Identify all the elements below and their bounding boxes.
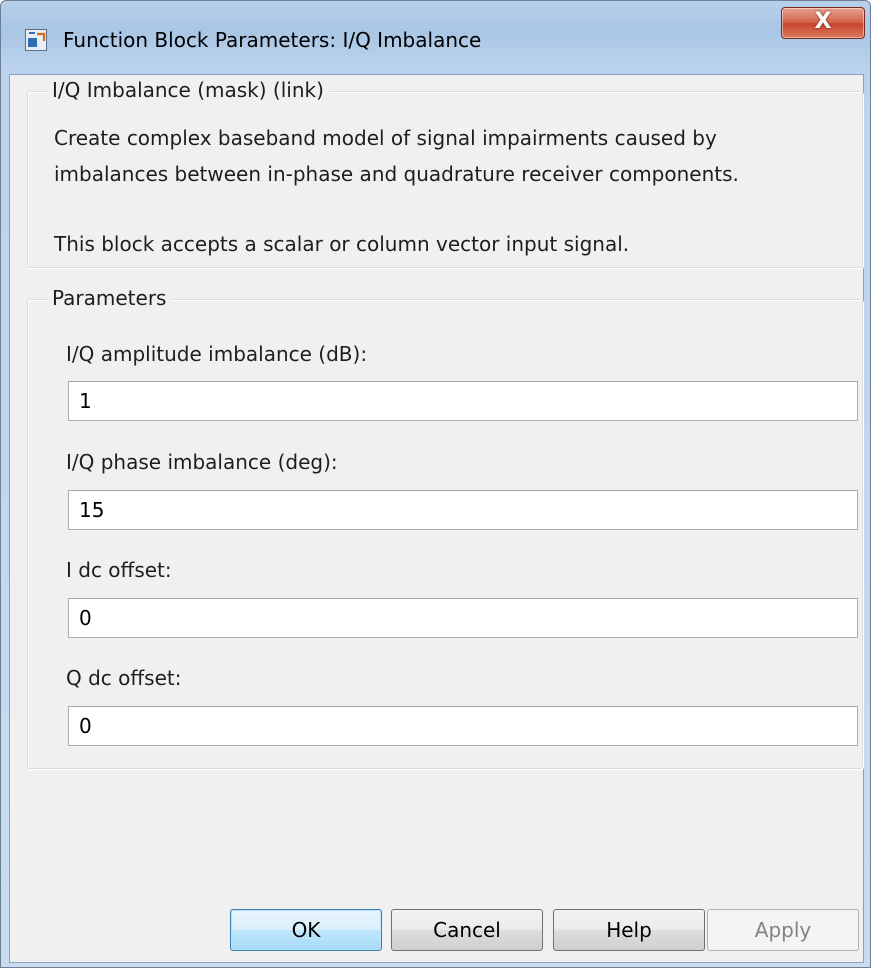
dialog-window: Function Block Parameters: I/Q Imbalance… — [0, 0, 871, 968]
close-icon: X — [814, 9, 832, 34]
parameters-group: Parameters I/Q amplitude imbalance (dB):… — [27, 286, 863, 769]
q-dc-offset-input[interactable] — [68, 706, 858, 746]
apply-button[interactable]: Apply — [707, 909, 859, 951]
simulink-block-icon — [25, 29, 47, 51]
amplitude-imbalance-input[interactable] — [68, 381, 858, 421]
cancel-button[interactable]: Cancel — [391, 909, 543, 951]
q-dc-offset-label: Q dc offset: — [66, 666, 182, 690]
title-bar[interactable]: Function Block Parameters: I/Q Imbalance… — [1, 1, 870, 81]
phase-imbalance-input[interactable] — [68, 490, 858, 530]
i-dc-offset-input[interactable] — [68, 598, 858, 638]
description-line-2: imbalances between in-phase and quadratu… — [54, 162, 739, 186]
close-button[interactable]: X — [781, 7, 865, 39]
help-button[interactable]: Help — [553, 909, 705, 951]
amplitude-imbalance-label: I/Q amplitude imbalance (dB): — [66, 342, 368, 366]
mask-description-group: I/Q Imbalance (mask) (link) Create compl… — [27, 78, 863, 268]
description-line-3: This block accepts a scalar or column ve… — [54, 232, 630, 256]
ok-button[interactable]: OK — [230, 909, 382, 951]
i-dc-offset-label: I dc offset: — [66, 558, 172, 582]
dialog-client-area: I/Q Imbalance (mask) (link) Create compl… — [9, 74, 864, 963]
phase-imbalance-label: I/Q phase imbalance (deg): — [66, 450, 338, 474]
window-title: Function Block Parameters: I/Q Imbalance — [63, 28, 482, 52]
description-line-1: Create complex baseband model of signal … — [54, 126, 717, 150]
mask-group-title: I/Q Imbalance (mask) (link) — [48, 78, 329, 102]
parameters-group-title: Parameters — [48, 286, 172, 310]
